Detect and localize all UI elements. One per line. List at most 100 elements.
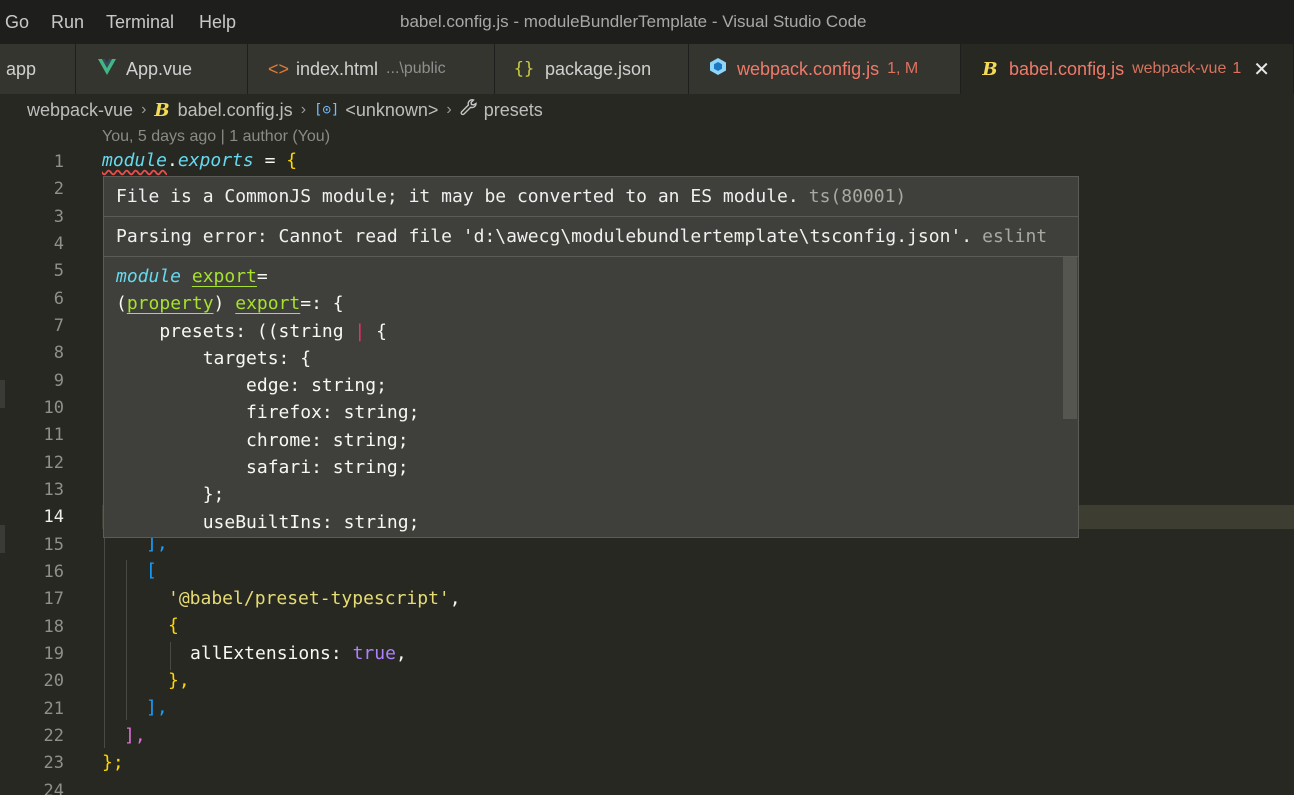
line-number: 22	[43, 726, 64, 746]
line-number: 19	[43, 644, 64, 664]
tab-package-json[interactable]: {} package.json	[495, 44, 689, 94]
line-number: 4	[53, 234, 64, 254]
tab-bar: app App.vue <> index.html ...\public {} …	[0, 44, 1294, 94]
tab-app[interactable]: app	[0, 44, 76, 94]
tab-babel-config[interactable]: B babel.config.js webpack-vue 1 ✕	[961, 44, 1294, 94]
line-number: 14	[43, 507, 64, 527]
line-number: 7	[53, 316, 64, 336]
sig-firefox: firefox: string;	[116, 402, 420, 424]
chevron-right-icon: ›	[446, 101, 452, 118]
token-comma: ,	[449, 588, 461, 609]
tab-label: babel.config.js	[1009, 58, 1125, 79]
line-number: 15	[43, 535, 64, 555]
menu-go[interactable]: Go	[5, 12, 29, 33]
sig-presets: presets: ((string	[116, 320, 355, 342]
breadcrumb-property[interactable]: presets	[484, 100, 543, 121]
sig-property: property	[126, 293, 214, 315]
line-number: 10	[43, 398, 64, 418]
webpack-icon	[709, 58, 727, 80]
token-boolean: true	[352, 643, 396, 664]
line-number: 23	[43, 753, 64, 773]
tab-description: webpack-vue	[1132, 60, 1227, 77]
tab-label: package.json	[545, 58, 652, 79]
sig-close: };	[116, 484, 225, 506]
menu-help[interactable]: Help	[199, 12, 236, 33]
indent-guide	[126, 560, 127, 720]
line-number: 3	[53, 207, 64, 227]
hover-signature: module export= (property) export=: { pre…	[116, 263, 419, 536]
tab-webpack-config[interactable]: webpack.config.js 1, M	[689, 44, 961, 94]
codelens-blame[interactable]: You, 5 days ago | 1 author (You)	[102, 128, 330, 146]
line-number: 6	[53, 289, 64, 309]
line-number: 21	[43, 699, 64, 719]
vue-icon	[98, 58, 116, 80]
chevron-right-icon: ›	[300, 101, 307, 118]
scroll-mark	[0, 525, 5, 553]
menu-terminal[interactable]: Terminal	[106, 12, 174, 33]
line-number: 5	[53, 261, 64, 281]
line-number: 13	[43, 480, 64, 500]
sig-presets-tail: {	[365, 320, 387, 342]
problem-source[interactable]: eslint	[982, 226, 1047, 247]
token-dot: .	[167, 150, 178, 171]
sig-export: export	[191, 266, 257, 287]
line-number: 9	[53, 371, 64, 391]
token-property: allExtensions:	[190, 643, 353, 664]
babel-icon: B	[154, 99, 170, 121]
problem-source[interactable]: ts(80001)	[809, 186, 907, 207]
sig-targets: targets: {	[116, 347, 312, 369]
sig-eq-colon: =: {	[300, 293, 344, 315]
breadcrumb-file[interactable]: babel.config.js	[178, 100, 293, 121]
breadcrumb-folder[interactable]: webpack-vue	[27, 100, 133, 121]
tab-label: webpack.config.js	[737, 58, 880, 79]
line-number: 2	[53, 179, 64, 199]
tab-label: app	[6, 58, 37, 79]
tab-label: App.vue	[126, 58, 193, 79]
hover-scrollbar[interactable]	[1063, 257, 1077, 419]
tab-index-html[interactable]: <> index.html ...\public	[248, 44, 495, 94]
code-line[interactable]: ],	[146, 697, 168, 718]
sig-pipe: |	[354, 320, 366, 342]
close-icon[interactable]: ✕	[1253, 57, 1270, 82]
line-number: 24	[43, 781, 64, 795]
json-icon: {}	[513, 59, 535, 79]
window-title: babel.config.js - moduleBundlerTemplate …	[400, 12, 867, 31]
indent-guide	[104, 538, 105, 748]
code-line[interactable]: '@babel/preset-typescript',	[168, 588, 461, 609]
breadcrumb-symbol[interactable]: <unknown>	[345, 100, 438, 121]
scroll-mark	[0, 380, 5, 408]
tab-label: index.html	[296, 58, 379, 79]
line-number: 12	[43, 453, 64, 473]
tab-app-vue[interactable]: App.vue	[76, 44, 248, 94]
problem-message: File is a CommonJS module; it may be con…	[116, 186, 799, 207]
tab-description: ...\public	[386, 60, 446, 77]
hover-problem-eslint: Parsing error: Cannot read file 'd:\awec…	[104, 217, 1078, 257]
menu-run[interactable]: Run	[51, 12, 84, 33]
title-bar: Go Run Terminal Help babel.config.js - m…	[0, 0, 1294, 44]
tab-status: 1	[1232, 60, 1242, 77]
sig-chrome: chrome: string;	[116, 429, 409, 451]
code-line[interactable]: },	[168, 670, 190, 691]
token-exports: exports	[177, 150, 254, 171]
token-eq: =	[253, 150, 287, 171]
breadcrumb: webpack-vue › B babel.config.js › [⊙] <u…	[27, 97, 543, 123]
line-number: 18	[43, 617, 64, 637]
sig-export: export	[235, 293, 301, 315]
code-line[interactable]: module.exports = {	[102, 150, 297, 171]
indent-guide	[170, 642, 171, 670]
sig-module: module	[116, 266, 182, 287]
sig-paren: )	[213, 293, 236, 315]
sig-eq: =	[256, 266, 268, 287]
code-line[interactable]: };	[102, 752, 124, 773]
babel-icon: B	[982, 58, 998, 80]
line-number: 16	[43, 562, 64, 582]
code-line[interactable]: ],	[124, 725, 146, 746]
line-number: 8	[53, 343, 64, 363]
code-line[interactable]: [	[146, 560, 157, 581]
code-line[interactable]: allExtensions: true,	[190, 643, 407, 664]
code-line[interactable]: {	[168, 615, 179, 636]
sig-edge: edge: string;	[116, 375, 387, 397]
line-number: 20	[43, 671, 64, 691]
sig-usebuiltins: useBuiltIns: string;	[116, 511, 420, 533]
token-string: '@babel/preset-typescript'	[168, 588, 450, 609]
